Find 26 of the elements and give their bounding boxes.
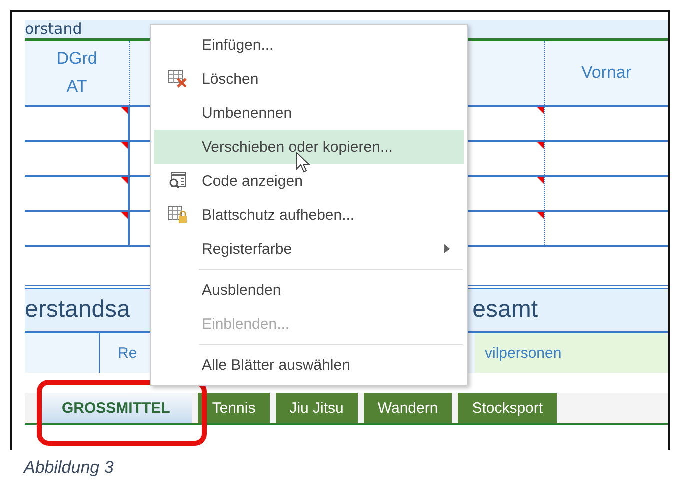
sheet-tab[interactable]: Stocksport — [458, 393, 558, 423]
menu-item[interactable]: Registerfarbe — [154, 232, 464, 266]
sheet-lock-icon — [168, 206, 188, 224]
menu-item[interactable]: Löschen — [154, 62, 464, 96]
sheet-tab[interactable]: Tennis — [198, 393, 270, 423]
submenu-arrow-icon — [444, 244, 450, 254]
menu-item[interactable]: Einfügen... — [154, 28, 464, 62]
section-title: erstandsa — [25, 296, 130, 324]
menu-item[interactable]: Umbenennen — [154, 96, 464, 130]
column-header: DGrd AT — [56, 48, 98, 98]
sheet-title: orstand — [25, 20, 82, 38]
menu-item[interactable]: Alle Blätter auswählen — [154, 348, 464, 382]
section-title: esamt — [472, 296, 538, 324]
menu-item[interactable]: Code anzeigen — [154, 164, 464, 198]
menu-item[interactable]: Ausblenden — [154, 273, 464, 307]
column-header: Re — [118, 344, 138, 362]
mouse-pointer-icon — [296, 152, 310, 174]
figure-caption: Abbildung 3 — [24, 458, 115, 478]
delete-sheet-icon — [168, 70, 188, 88]
sheet-tab[interactable]: Jiu Jitsu — [276, 393, 358, 423]
sheet-tab[interactable]: Wandern — [364, 393, 452, 423]
column-header: Vornar — [581, 62, 632, 84]
sheet-tab[interactable]: GROSSMITTEL — [40, 393, 192, 423]
menu-item[interactable]: Blattschutz aufheben... — [154, 198, 464, 232]
code-view-icon — [168, 172, 188, 190]
column-header: vilpersonen — [485, 344, 562, 362]
